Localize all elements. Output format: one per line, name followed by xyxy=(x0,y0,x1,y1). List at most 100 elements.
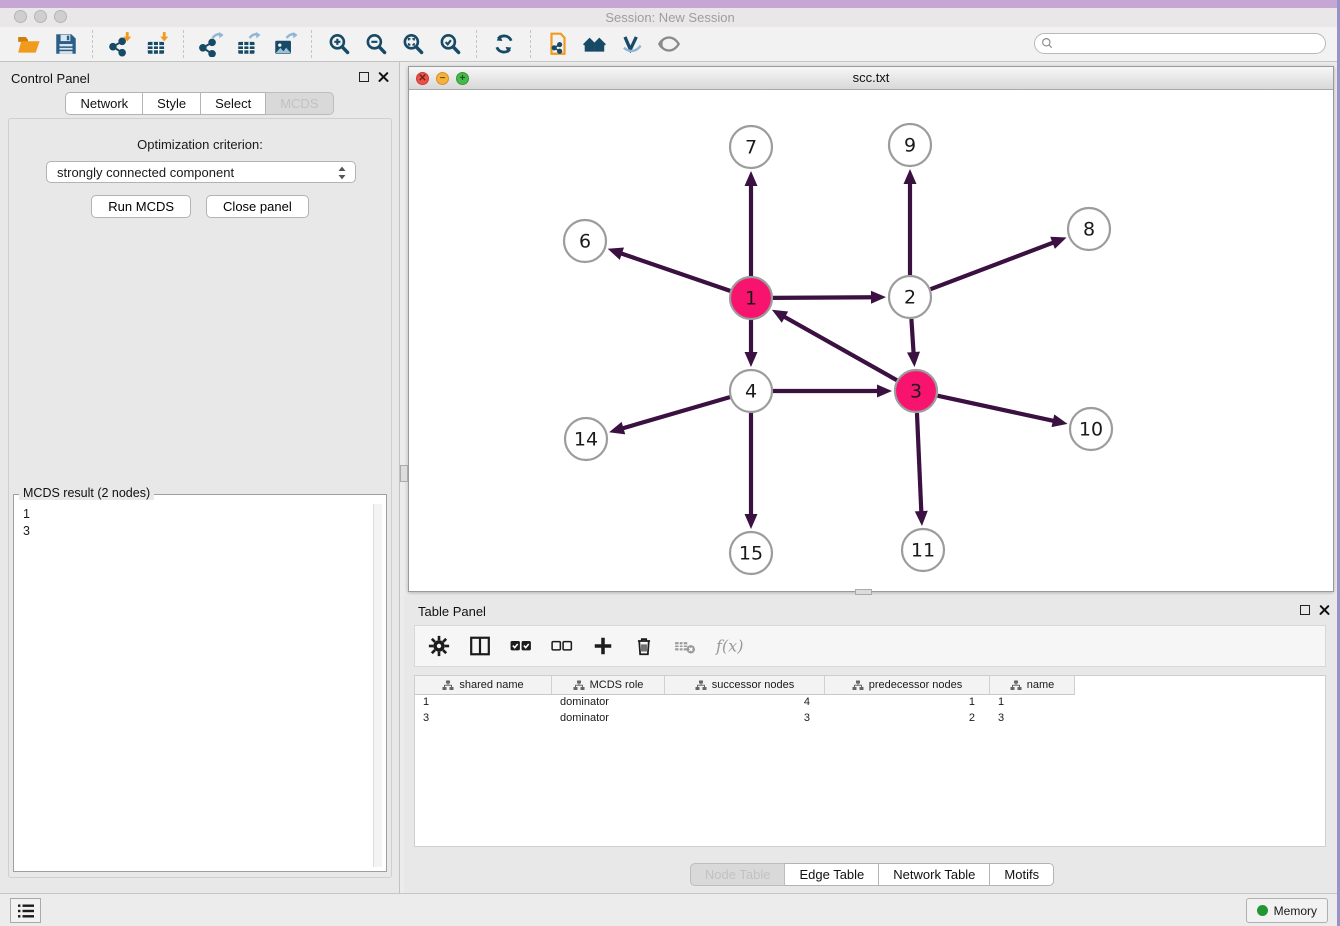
import-table-icon[interactable] xyxy=(143,31,170,58)
node-15[interactable]: 15 xyxy=(730,532,772,574)
zoom-in-icon[interactable] xyxy=(325,31,352,58)
search-input[interactable] xyxy=(1058,37,1308,51)
zoom-selected-icon[interactable] xyxy=(436,31,463,58)
tab-network-table[interactable]: Network Table xyxy=(879,863,990,886)
tab-select[interactable]: Select xyxy=(201,92,266,115)
edge-arrowhead xyxy=(1050,237,1066,249)
network-graph[interactable]: 7 9 6 8 1 2 4 3 14 10 15 11 xyxy=(409,90,1333,591)
table-settings-icon[interactable] xyxy=(427,634,451,658)
cell-predecessor-nodes[interactable]: 1 xyxy=(825,695,990,711)
select-all-icon[interactable] xyxy=(509,634,533,658)
node-11[interactable]: 11 xyxy=(902,529,944,571)
show-hide-icon[interactable] xyxy=(655,31,682,58)
node-9[interactable]: 9 xyxy=(889,124,931,166)
node-14[interactable]: 14 xyxy=(565,418,607,460)
cell-shared-name[interactable]: 3 xyxy=(415,711,552,727)
edge-arrowhead xyxy=(745,514,758,529)
cell-name[interactable]: 1 xyxy=(990,695,1075,711)
node-6[interactable]: 6 xyxy=(564,220,606,262)
criterion-value: strongly connected component xyxy=(57,165,234,180)
network-window-title: scc.txt xyxy=(409,70,1333,85)
float-table-panel-icon[interactable] xyxy=(1300,605,1310,615)
table-body: 1dominator4113dominator323 xyxy=(415,695,1325,727)
export-network-icon[interactable] xyxy=(197,31,224,58)
edge-2-8[interactable] xyxy=(931,241,1057,289)
horizontal-splitter-grip[interactable] xyxy=(855,589,872,595)
zoom-out-icon[interactable] xyxy=(362,31,389,58)
criterion-select[interactable]: strongly connected component xyxy=(46,161,356,183)
import-network-icon[interactable] xyxy=(106,31,133,58)
export-image-icon[interactable] xyxy=(271,31,298,58)
function-builder-icon[interactable]: f(x) xyxy=(714,634,748,658)
edge-3-10[interactable] xyxy=(937,396,1056,422)
cell-predecessor-nodes[interactable]: 2 xyxy=(825,711,990,727)
open-session-icon[interactable] xyxy=(15,31,42,58)
tab-style[interactable]: Style xyxy=(143,92,201,115)
table-toolbar: f(x) xyxy=(414,625,1326,667)
node-10[interactable]: 10 xyxy=(1070,408,1112,450)
cell-mcds-role[interactable]: dominator xyxy=(552,695,665,711)
cell-successor-nodes[interactable]: 3 xyxy=(665,711,825,727)
list-icon xyxy=(17,903,35,919)
edge-2-3[interactable] xyxy=(911,319,913,356)
table-row[interactable]: 3dominator323 xyxy=(415,711,1325,727)
close-table-panel-icon[interactable] xyxy=(1319,604,1330,615)
edge-arrowhead xyxy=(745,352,758,367)
table-row[interactable]: 1dominator411 xyxy=(415,695,1325,711)
save-session-icon[interactable] xyxy=(52,31,79,58)
node-table[interactable]: shared nameMCDS rolesuccessor nodesprede… xyxy=(414,675,1326,847)
column-header-predecessor-nodes[interactable]: predecessor nodes xyxy=(825,676,990,695)
node-7[interactable]: 7 xyxy=(730,126,772,168)
column-header-shared-name[interactable]: shared name xyxy=(415,676,552,695)
column-header-name[interactable]: name xyxy=(990,676,1075,695)
tab-edge-table[interactable]: Edge Table xyxy=(785,863,879,886)
node-4[interactable]: 4 xyxy=(730,370,772,412)
edge-4-14[interactable] xyxy=(620,397,730,429)
first-neighbors-icon[interactable] xyxy=(581,31,608,58)
edge-1-6[interactable] xyxy=(618,252,730,290)
cell-name[interactable]: 3 xyxy=(990,711,1075,727)
cell-successor-nodes[interactable]: 4 xyxy=(665,695,825,711)
edge-1-2[interactable] xyxy=(773,297,875,298)
edge-arrowhead xyxy=(608,248,624,260)
tab-node-table[interactable]: Node Table xyxy=(690,863,786,886)
node-label: 8 xyxy=(1083,219,1095,241)
node-8[interactable]: 8 xyxy=(1068,208,1110,250)
result-scrollbar[interactable] xyxy=(373,504,382,867)
node-2[interactable]: 2 xyxy=(889,276,931,318)
split-panel-icon[interactable] xyxy=(468,634,492,658)
close-panel-icon[interactable] xyxy=(378,71,389,82)
tab-network[interactable]: Network xyxy=(65,92,143,115)
clone-network-icon[interactable] xyxy=(544,31,571,58)
edge-3-1[interactable] xyxy=(781,315,896,380)
table-header-row: shared nameMCDS rolesuccessor nodesprede… xyxy=(415,676,1325,695)
task-history-button[interactable] xyxy=(10,898,41,923)
zoom-fit-icon[interactable] xyxy=(399,31,426,58)
deselect-all-icon[interactable] xyxy=(550,634,574,658)
node-3[interactable]: 3 xyxy=(895,370,937,412)
cell-mcds-role[interactable]: dominator xyxy=(552,711,665,727)
delete-column-icon[interactable] xyxy=(632,634,656,658)
edge-3-11[interactable] xyxy=(917,413,921,515)
column-header-successor-nodes[interactable]: successor nodes xyxy=(665,676,825,695)
node-1[interactable]: 1 xyxy=(730,277,772,319)
tab-mcds[interactable]: MCDS xyxy=(266,92,333,115)
float-panel-icon[interactable] xyxy=(359,72,369,82)
edge-arrowhead xyxy=(745,171,758,186)
memory-button[interactable]: Memory xyxy=(1246,898,1328,923)
refresh-layout-icon[interactable] xyxy=(490,31,517,58)
column-header-mcds-role[interactable]: MCDS role xyxy=(552,676,665,695)
network-canvas[interactable]: 7 9 6 8 1 2 4 3 14 10 15 11 xyxy=(409,90,1333,591)
add-column-icon[interactable] xyxy=(591,634,615,658)
search-field[interactable] xyxy=(1034,33,1326,54)
cell-shared-name[interactable]: 1 xyxy=(415,695,552,711)
close-panel-button[interactable]: Close panel xyxy=(206,195,309,218)
apply-style-icon[interactable] xyxy=(618,31,645,58)
run-mcds-button[interactable]: Run MCDS xyxy=(91,195,191,218)
network-window-titlebar[interactable]: ✕ − + scc.txt xyxy=(409,67,1333,90)
export-table-icon[interactable] xyxy=(234,31,261,58)
delete-table-icon[interactable] xyxy=(673,634,697,658)
vertical-splitter-grip[interactable] xyxy=(400,465,408,482)
node-label: 9 xyxy=(904,135,916,157)
tab-motifs[interactable]: Motifs xyxy=(990,863,1054,886)
